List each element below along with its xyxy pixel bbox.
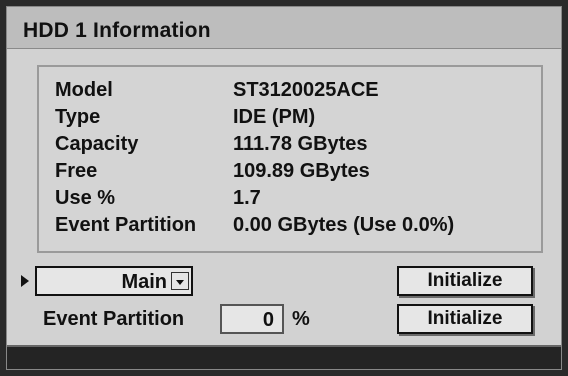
initialize-event-button[interactable]: Initialize xyxy=(397,304,533,334)
partition-select[interactable]: Main xyxy=(35,266,193,296)
info-value: 109.89 GBytes xyxy=(233,160,370,182)
initialize-main-button[interactable]: Initialize xyxy=(397,266,533,296)
event-partition-input[interactable]: 0 xyxy=(220,304,284,334)
event-partition-label: Event Partition xyxy=(43,308,185,330)
info-label: Type xyxy=(55,106,101,128)
info-value: 111.78 GBytes xyxy=(233,133,368,155)
info-label: Model xyxy=(55,79,113,101)
footer-bar xyxy=(7,345,561,369)
hdd-info-window: HDD 1 Information Model ST3120025ACE Typ… xyxy=(6,6,562,370)
info-value: ST3120025ACE xyxy=(233,79,379,101)
info-label: Capacity xyxy=(55,133,139,155)
info-value: 0.00 GBytes (Use 0.0%) xyxy=(233,214,455,236)
info-label: Use % xyxy=(55,187,116,209)
info-value: IDE (PM) xyxy=(233,106,316,128)
window-title: HDD 1 Information xyxy=(23,19,211,42)
event-partition-value: 0 xyxy=(262,309,274,331)
title-bar: HDD 1 Information xyxy=(7,7,561,49)
partition-select-value: Main xyxy=(121,271,167,293)
info-label: Event Partition xyxy=(55,214,197,236)
chevron-down-icon[interactable] xyxy=(171,272,189,290)
info-panel: Model ST3120025ACE Type IDE (PM) Capacit… xyxy=(37,65,543,253)
focus-arrow-icon xyxy=(21,275,29,287)
info-value: 1.7 xyxy=(233,187,261,209)
info-label: Free xyxy=(55,160,98,182)
event-partition-unit: % xyxy=(292,308,310,330)
